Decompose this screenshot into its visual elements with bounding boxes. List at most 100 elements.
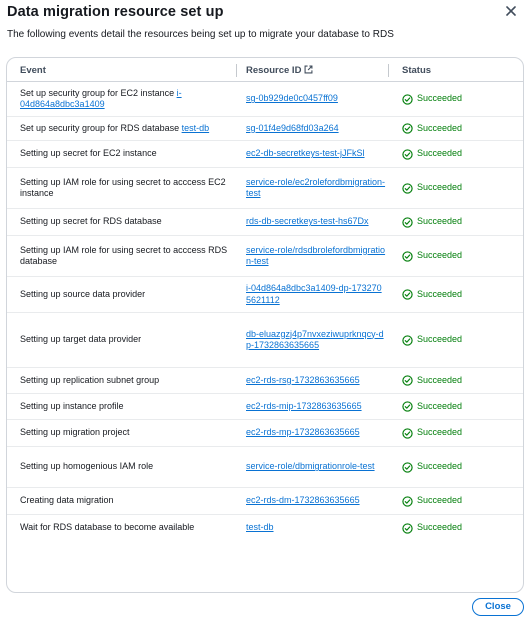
event-cell: Setting up homogenious IAM role xyxy=(20,447,230,487)
resource-id-link[interactable]: sg-01f4e9d68fd03a264 xyxy=(246,123,339,135)
modal-header: Data migration resource set up xyxy=(7,3,523,23)
table-row: Setting up instance profile ec2-rds-mip-1… xyxy=(7,394,523,420)
event-text: Setting up replication subnet group xyxy=(20,374,160,385)
status-cell: Succeeded xyxy=(402,368,512,393)
modal-title: Data migration resource set up xyxy=(7,4,224,20)
event-cell: Setting up migration project xyxy=(20,420,230,446)
event-text: Setting up secret for RDS database xyxy=(20,216,162,227)
event-text: Setting up instance profile xyxy=(20,400,124,411)
event-cell: Setting up target data provider xyxy=(20,313,230,367)
table-row: Setting up IAM role for using secret to … xyxy=(7,168,523,209)
resource-id-cell: ec2-rds-dm-1732863635665 xyxy=(246,488,386,514)
resource-id-link[interactable]: service-role/rdsdbrolefordbmigration-tes… xyxy=(246,245,386,268)
table-row: Setting up secret for RDS database rds-db… xyxy=(7,209,523,236)
resource-id-cell: sg-01f4e9d68fd03a264 xyxy=(246,117,386,140)
column-header-resource-id-label: Resource ID xyxy=(246,65,302,76)
resource-id-cell: db-eluazgzj4p7nvxeziwuprknqcy-dp-1732863… xyxy=(246,313,386,367)
status-text: Succeeded xyxy=(417,427,463,438)
resource-id-cell: ec2-db-secretkeys-test-jJFkSl xyxy=(246,141,386,167)
status-cell: Succeeded xyxy=(402,209,512,235)
event-text: Set up security group for RDS database xyxy=(20,122,182,133)
status-text: Succeeded xyxy=(417,148,463,159)
column-header-resource-id: Resource ID xyxy=(246,65,313,76)
status-text: Succeeded xyxy=(417,93,463,104)
resource-id-link[interactable]: service-role/dbmigrationrole-test xyxy=(246,461,375,473)
resource-id-cell: ec2-rds-mip-1732863635665 xyxy=(246,394,386,419)
event-cell: Setting up source data provider xyxy=(20,277,230,312)
resource-id-cell: service-role/dbmigrationrole-test xyxy=(246,447,386,487)
status-text: Succeeded xyxy=(417,522,463,533)
modal-footer: Close xyxy=(0,593,530,622)
table-row: Setting up source data provider i-04d864a… xyxy=(7,277,523,313)
resource-id-link[interactable]: sg-0b929de0c0457ff09 xyxy=(246,93,338,105)
event-text: Set up security group for EC2 instance xyxy=(20,87,177,98)
modal-description: The following events detail the resource… xyxy=(7,29,394,40)
status-cell: Succeeded xyxy=(402,313,512,367)
table-row: Setting up IAM role for using secret to … xyxy=(7,236,523,277)
event-text: Wait for RDS database to become availabl… xyxy=(20,522,195,533)
resource-id-cell: ec2-rds-mp-1732863635665 xyxy=(246,420,386,446)
status-text: Succeeded xyxy=(417,216,463,227)
table-row: Setting up migration project ec2-rds-mp-1… xyxy=(7,420,523,447)
resource-id-cell: rds-db-secretkeys-test-hs67Dx xyxy=(246,209,386,235)
external-link-icon xyxy=(304,65,313,74)
event-text: Setting up IAM role for using secret to … xyxy=(20,176,226,199)
resource-id-link[interactable]: ec2-rds-mip-1732863635665 xyxy=(246,401,362,413)
event-cell: Wait for RDS database to become availabl… xyxy=(20,515,230,541)
event-text: Setting up target data provider xyxy=(20,334,142,345)
check-circle-icon xyxy=(402,522,413,534)
status-cell: Succeeded xyxy=(402,394,512,419)
check-circle-icon xyxy=(402,334,413,346)
status-cell: Succeeded xyxy=(402,117,512,140)
resource-id-cell: service-role/rdsdbrolefordbmigration-tes… xyxy=(246,236,386,276)
status-text: Succeeded xyxy=(417,374,463,385)
resource-id-cell: test-db xyxy=(246,515,386,541)
table-row: Setting up secret for EC2 instance ec2-db… xyxy=(7,141,523,168)
status-cell: Succeeded xyxy=(402,82,512,116)
column-header-status: Status xyxy=(402,65,432,76)
table-row: Setting up target data provider db-eluazg… xyxy=(7,313,523,368)
check-circle-icon xyxy=(402,427,413,439)
check-circle-icon xyxy=(402,148,413,160)
check-circle-icon xyxy=(402,375,413,386)
table-row: Setting up homogenious IAM role service-r… xyxy=(7,447,523,488)
table-row: Setting up replication subnet group ec2-r… xyxy=(7,368,523,394)
resource-id-link[interactable]: db-eluazgzj4p7nvxeziwuprknqcy-dp-1732863… xyxy=(246,329,386,352)
check-circle-icon xyxy=(402,401,413,412)
resource-id-link[interactable]: ec2-rds-dm-1732863635665 xyxy=(246,495,360,507)
status-cell: Succeeded xyxy=(402,236,512,276)
event-text: Setting up source data provider xyxy=(20,288,146,299)
resource-id-cell: sg-0b929de0c0457ff09 xyxy=(246,82,386,116)
check-circle-icon xyxy=(402,461,413,473)
close-icon[interactable] xyxy=(504,4,518,18)
resource-id-link[interactable]: test-db xyxy=(246,522,274,534)
resource-id-link[interactable]: ec2-rds-mp-1732863635665 xyxy=(246,427,360,439)
events-table: Event Resource ID Status Set up security… xyxy=(6,57,524,593)
resource-id-link[interactable]: service-role/ec2rolefordbmigration-test xyxy=(246,177,386,200)
check-circle-icon xyxy=(402,250,413,262)
resource-id-link[interactable]: ec2-db-secretkeys-test-jJFkSl xyxy=(246,148,365,160)
status-cell: Succeeded xyxy=(402,420,512,446)
status-cell: Succeeded xyxy=(402,488,512,514)
table-row: Set up security group for RDS database t… xyxy=(7,117,523,141)
event-resource-link[interactable]: test-db xyxy=(182,123,210,133)
status-text: Succeeded xyxy=(417,122,463,133)
status-text: Succeeded xyxy=(417,182,463,193)
resource-id-link[interactable]: rds-db-secretkeys-test-hs67Dx xyxy=(246,216,369,228)
status-text: Succeeded xyxy=(417,334,463,345)
resource-id-cell: i-04d864a8dbc3a1409-dp-1732705621112 xyxy=(246,277,386,312)
status-text: Succeeded xyxy=(417,400,463,411)
close-button[interactable]: Close xyxy=(472,598,524,616)
event-text: Creating data migration xyxy=(20,495,114,506)
resource-id-cell: service-role/ec2rolefordbmigration-test xyxy=(246,168,386,208)
status-cell: Succeeded xyxy=(402,168,512,208)
resource-id-link[interactable]: ec2-rds-rsg-1732863635665 xyxy=(246,375,360,387)
check-circle-icon xyxy=(402,216,413,228)
event-text: Setting up homogenious IAM role xyxy=(20,461,154,472)
status-cell: Succeeded xyxy=(402,141,512,167)
status-text: Succeeded xyxy=(417,250,463,261)
status-cell: Succeeded xyxy=(402,515,512,541)
event-cell: Setting up instance profile xyxy=(20,394,230,419)
resource-id-link[interactable]: i-04d864a8dbc3a1409-dp-1732705621112 xyxy=(246,283,386,306)
check-circle-icon xyxy=(402,182,413,194)
